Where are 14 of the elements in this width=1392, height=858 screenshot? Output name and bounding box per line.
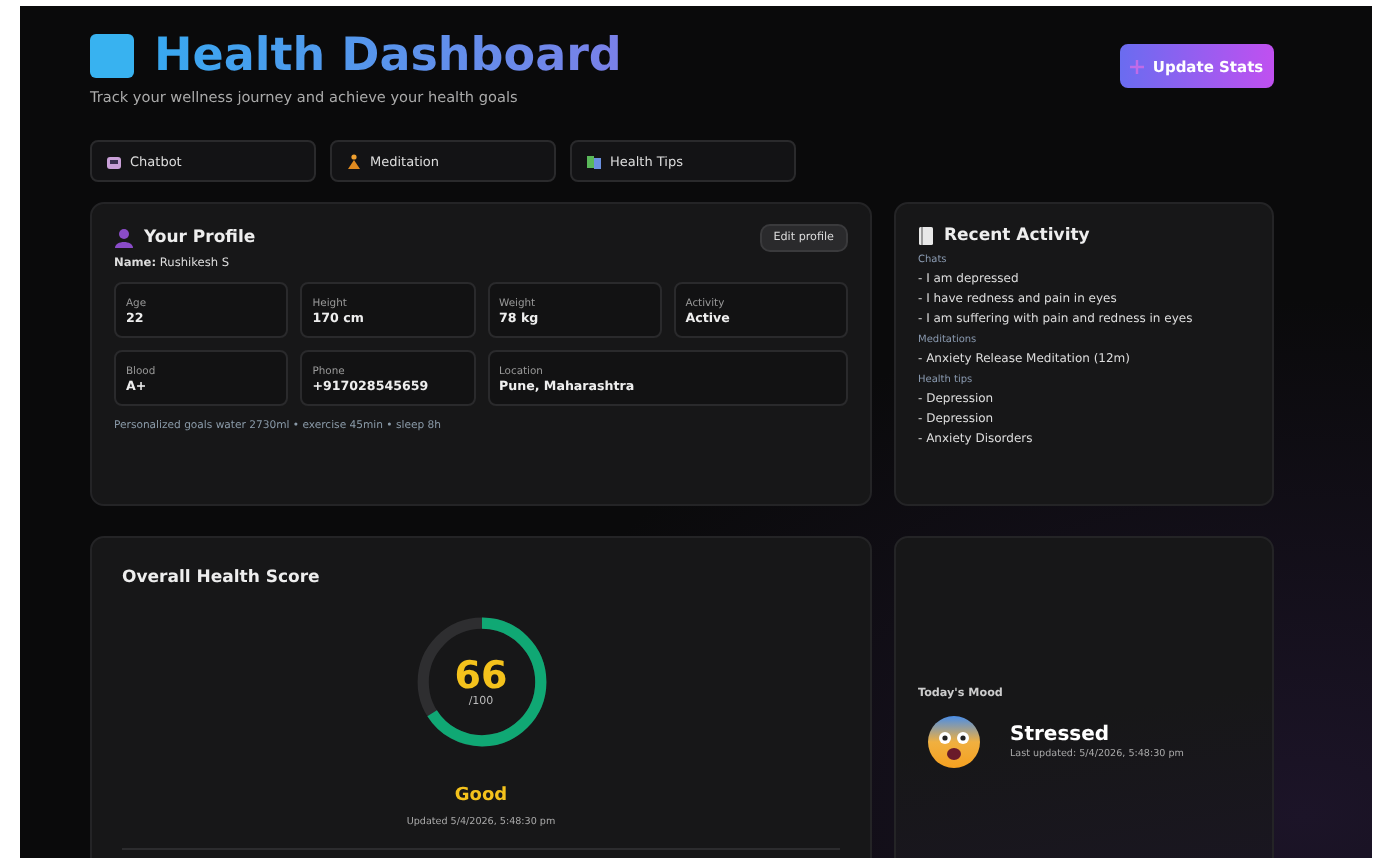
card-title: Overall Health Score: [122, 568, 320, 588]
person-icon: [114, 228, 134, 248]
score-rating: Good: [454, 786, 508, 806]
books-icon: [586, 153, 602, 169]
card-title: Your Profile: [144, 228, 256, 248]
mood-value: Stressed: [1010, 724, 1112, 746]
score-value: 66: [454, 657, 508, 695]
robot-icon: [106, 153, 122, 169]
plus-icon: [1130, 59, 1145, 73]
notebook-icon: [918, 226, 934, 246]
anxious-face-icon: [926, 714, 982, 770]
figure-icon: [346, 153, 362, 169]
logo-icon: [90, 34, 134, 78]
card-title: Recent Activity: [944, 226, 1090, 246]
